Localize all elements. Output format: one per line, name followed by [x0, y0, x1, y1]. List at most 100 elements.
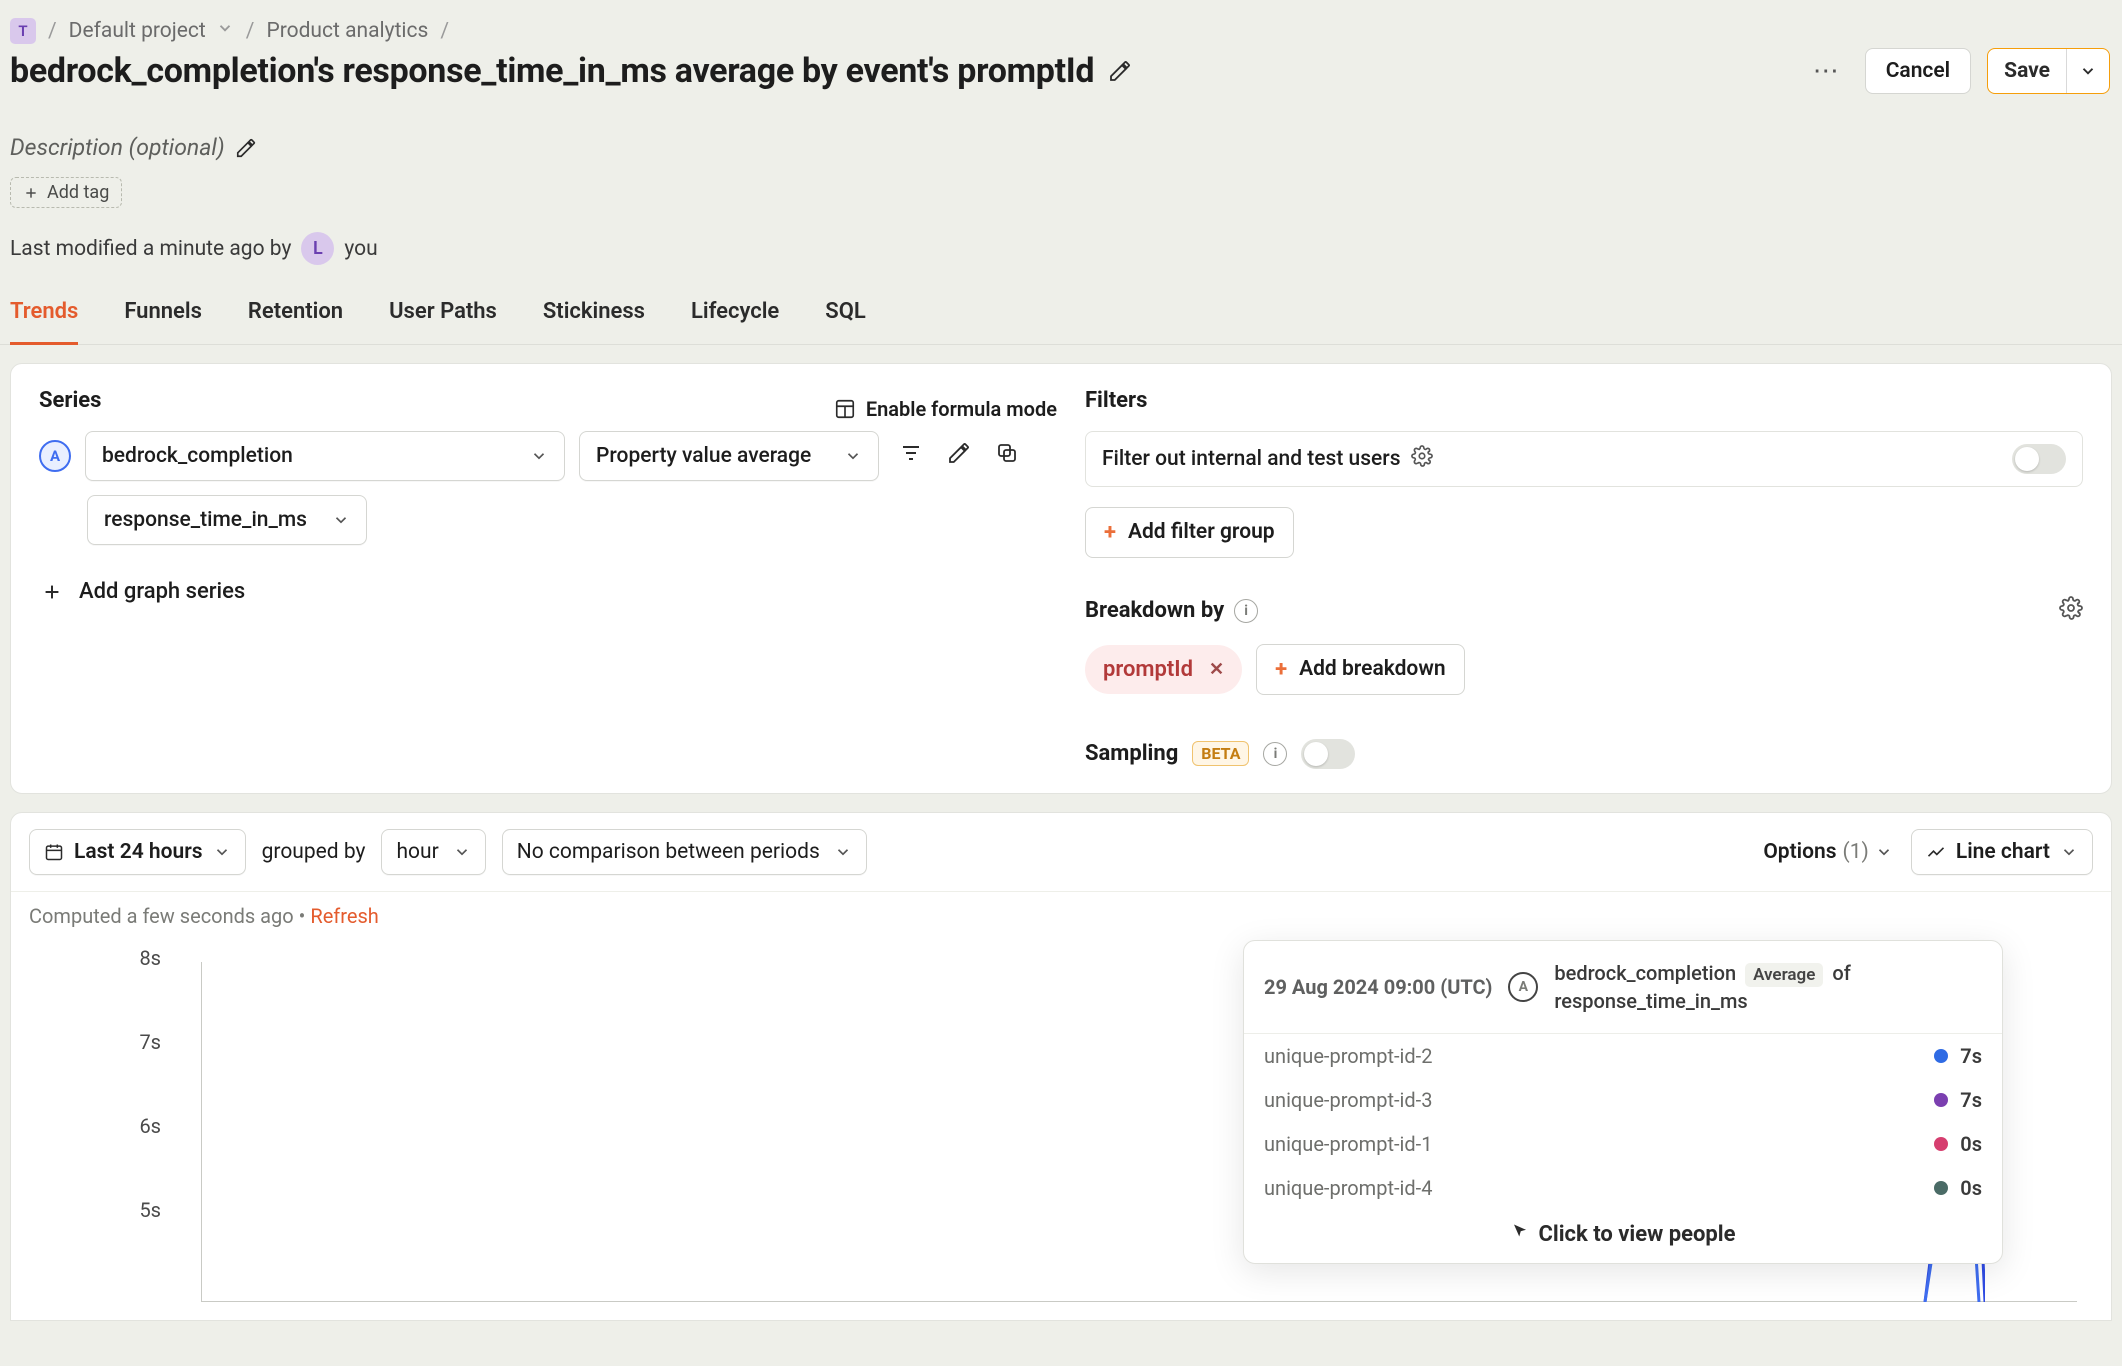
save-button[interactable]: Save	[1987, 48, 2110, 94]
cancel-button[interactable]: Cancel	[1865, 48, 1971, 94]
enable-formula-label: Enable formula mode	[866, 397, 1057, 421]
tab-funnels[interactable]: Funnels	[124, 299, 202, 344]
tab-user-paths[interactable]: User Paths	[389, 299, 497, 344]
chevron-down-icon	[213, 843, 231, 861]
aggregation-select-value: Property value average	[596, 444, 811, 468]
chevron-down-icon	[834, 843, 852, 861]
breakdown-pill-label: promptId	[1103, 657, 1193, 682]
avatar[interactable]: L	[301, 232, 334, 265]
tab-trends[interactable]: Trends	[10, 299, 78, 345]
tooltip-series-badge: A	[1508, 972, 1538, 1002]
pencil-icon[interactable]	[1108, 59, 1132, 83]
options-label: Options	[1763, 840, 1836, 864]
formula-icon	[834, 398, 856, 420]
add-breakdown-button[interactable]: + Add breakdown	[1256, 644, 1464, 695]
tooltip-suffix: of	[1832, 961, 1850, 985]
chevron-down-icon	[453, 843, 471, 861]
y-tick: 7s	[139, 1030, 161, 1054]
aggregation-select[interactable]: Property value average	[579, 431, 879, 481]
property-select[interactable]: response_time_in_ms	[87, 495, 367, 545]
beta-badge: BETA	[1192, 741, 1249, 766]
filters-panel: Filters Filter out internal and test use…	[1085, 388, 2083, 769]
chart-panel: Last 24 hours grouped by hour No compari…	[10, 812, 2112, 1321]
time-range-select[interactable]: Last 24 hours	[29, 829, 246, 875]
chevron-down-icon	[332, 511, 350, 529]
options-button[interactable]: Options (1)	[1763, 840, 1893, 864]
options-count: (1)	[1843, 840, 1869, 864]
computed-sep: •	[299, 904, 311, 928]
computed-text: Computed a few seconds ago	[29, 904, 294, 928]
series-title: Series	[39, 388, 102, 413]
filter-internal-label: Filter out internal and test users	[1102, 447, 1401, 471]
tab-stickiness[interactable]: Stickiness	[543, 299, 645, 344]
refresh-link[interactable]: Refresh	[310, 904, 378, 928]
more-menu-button[interactable]: ⋯	[1803, 52, 1849, 90]
save-button-main[interactable]: Save	[1988, 49, 2067, 93]
filters-title: Filters	[1085, 388, 2083, 413]
series-badge: A	[39, 440, 71, 472]
chevron-down-icon	[2060, 843, 2078, 861]
time-range-value: Last 24 hours	[74, 840, 203, 864]
plus-icon: +	[1275, 657, 1287, 682]
event-select-value: bedrock_completion	[102, 444, 293, 468]
add-tag-button[interactable]: Add tag	[10, 177, 122, 208]
series-panel: Series Enable formula mode A bedrock_com…	[39, 388, 1057, 769]
info-icon[interactable]: i	[1263, 742, 1287, 766]
add-filter-group-label: Add filter group	[1128, 520, 1275, 544]
tab-sql[interactable]: SQL	[825, 299, 866, 344]
chart-type-select[interactable]: Line chart	[1911, 829, 2093, 875]
property-select-value: response_time_in_ms	[104, 508, 307, 532]
enable-formula-mode-button[interactable]: Enable formula mode	[834, 397, 1057, 421]
breakdown-label: Breakdown by	[1085, 598, 1224, 623]
tooltip-time: 29 Aug 2024 09:00 (UTC)	[1264, 975, 1492, 999]
breadcrumb-project[interactable]: Default project	[69, 19, 206, 43]
chevron-down-icon	[1875, 843, 1893, 861]
close-icon[interactable]: ✕	[1209, 659, 1224, 680]
group-unit-select[interactable]: hour	[381, 829, 485, 875]
gear-icon[interactable]	[2059, 596, 2083, 626]
chart-type-value: Line chart	[1956, 840, 2050, 864]
sampling-toggle[interactable]	[1301, 739, 1355, 769]
tabs: Trends Funnels Retention User Paths Stic…	[0, 279, 2122, 345]
filter-icon[interactable]	[893, 435, 929, 477]
add-graph-series-button[interactable]: Add graph series	[39, 579, 1057, 605]
page-title: bedrock_completion's response_time_in_ms…	[10, 51, 1094, 91]
comparison-select[interactable]: No comparison between periods	[502, 829, 867, 875]
gear-icon[interactable]	[1411, 445, 1433, 473]
chevron-down-icon	[530, 447, 548, 465]
plus-icon: +	[1104, 520, 1116, 545]
copy-icon[interactable]	[989, 435, 1025, 477]
last-modified-who: you	[344, 237, 377, 261]
calendar-icon	[44, 842, 64, 862]
add-series-label: Add graph series	[79, 579, 245, 604]
breadcrumb: T / Default project / Product analytics …	[10, 8, 2110, 44]
breadcrumb-section[interactable]: Product analytics	[266, 19, 428, 43]
event-select[interactable]: bedrock_completion	[85, 431, 565, 481]
y-tick: 6s	[139, 1114, 161, 1138]
info-icon[interactable]: i	[1234, 599, 1258, 623]
tab-retention[interactable]: Retention	[248, 299, 343, 344]
tab-lifecycle[interactable]: Lifecycle	[691, 299, 779, 344]
add-filter-group-button[interactable]: + Add filter group	[1085, 507, 1294, 558]
y-tick: 5s	[139, 1198, 161, 1222]
tooltip-footer[interactable]: Click to view people	[1244, 1210, 2002, 1263]
description-placeholder[interactable]: Description (optional)	[10, 134, 225, 161]
save-button-dropdown[interactable]	[2067, 49, 2109, 93]
tooltip-row: unique-prompt-id-37s	[1244, 1078, 2002, 1122]
comparison-value: No comparison between periods	[517, 840, 820, 864]
group-unit-value: hour	[396, 840, 438, 864]
pencil-icon[interactable]	[235, 137, 257, 159]
cursor-icon	[1511, 1223, 1529, 1246]
tooltip-agg-badge: Average	[1745, 963, 1823, 987]
breakdown-pill[interactable]: promptId ✕	[1085, 645, 1242, 694]
tooltip-event: bedrock_completion	[1554, 961, 1736, 985]
breadcrumb-sep: /	[42, 19, 63, 43]
filter-internal-toggle[interactable]	[2012, 444, 2066, 474]
pencil-icon[interactable]	[941, 435, 977, 477]
sampling-label: Sampling	[1085, 741, 1178, 766]
org-tile[interactable]: T	[10, 18, 36, 44]
chart-plot[interactable]: 8s 7s 6s 5s 29 Aug 2024 09:00 (UTC) A be…	[11, 940, 2111, 1320]
line-chart-icon	[1926, 842, 1946, 862]
y-axis: 8s 7s 6s 5s	[33, 946, 173, 1320]
chevron-down-icon[interactable]	[216, 19, 234, 43]
